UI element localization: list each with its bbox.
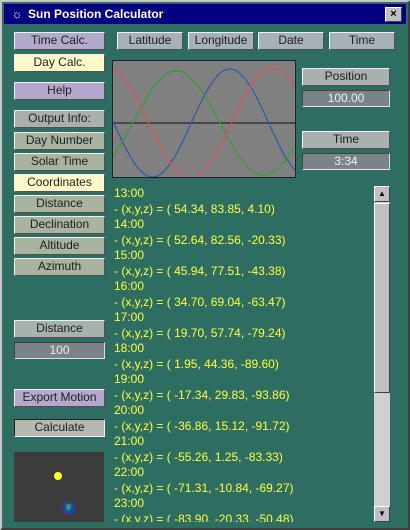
position-label: Position — [302, 68, 390, 86]
longitude-button[interactable]: Longitude — [188, 32, 254, 50]
output-line: 18:00 — [114, 341, 145, 355]
output-line: - (x,y,z) = ( -17.34, 29.83, -93.86) — [114, 387, 290, 402]
time-button[interactable]: Time — [329, 32, 395, 50]
time-value[interactable]: 3:34 — [302, 153, 390, 170]
output-line: 14:00 — [114, 217, 145, 231]
output-line: - (x,y,z) = ( 34.70, 69.04, -63.47) — [114, 294, 286, 309]
date-button[interactable]: Date — [258, 32, 324, 50]
output-line: 13:00 — [114, 186, 145, 200]
output-day-number[interactable]: Day Number — [14, 132, 105, 150]
output-line: 19:00 — [114, 372, 145, 386]
output-line: - (x,y,z) = ( -83.90, -20.33, -50.48) — [114, 511, 294, 523]
output-line: - (x,y,z) = ( -55.26, 1.25, -83.33) — [114, 449, 283, 464]
calculate-button[interactable]: Calculate — [14, 419, 105, 437]
scroll-down-icon[interactable]: ▼ — [374, 506, 390, 522]
graph-svg — [113, 67, 295, 177]
help-button[interactable]: Help — [14, 82, 105, 100]
output-coordinates[interactable]: Coordinates — [14, 174, 105, 192]
title-bar: ☼ Sun Position Calculator × — [4, 4, 406, 24]
output-azimuth[interactable]: Azimuth — [14, 258, 105, 276]
output-line: - (x,y,z) = ( -36.86, 15.12, -91.72) — [114, 418, 290, 433]
scroll-thumb[interactable] — [374, 203, 390, 393]
close-button[interactable]: × — [385, 7, 402, 22]
time-label: Time — [302, 131, 390, 149]
output-line: - (x,y,z) = ( 54.34, 83.85, 4.10) — [114, 201, 275, 216]
output-line: - (x,y,z) = ( 1.95, 44.36, -89.60) — [114, 356, 279, 371]
output-distance[interactable]: Distance — [14, 195, 105, 213]
sun-marker-icon — [54, 472, 62, 480]
output-line: - (x,y,z) = ( 52.64, 82.56, -20.33) — [114, 232, 286, 247]
window-title: Sun Position Calculator — [28, 7, 164, 21]
output-altitude[interactable]: Altitude — [14, 237, 105, 255]
position-value[interactable]: 100.00 — [302, 90, 390, 107]
output-list: 13:00 - (x,y,z) = ( 54.34, 83.85, 4.10) … — [112, 186, 374, 522]
scroll-up-icon[interactable]: ▲ — [374, 186, 390, 202]
output-declination[interactable]: Declination — [14, 216, 105, 234]
output-line: 20:00 — [114, 403, 145, 417]
distance-label: Distance — [14, 320, 105, 338]
latitude-button[interactable]: Latitude — [117, 32, 183, 50]
output-line: - (x,y,z) = ( 45.94, 77.51, -43.38) — [114, 263, 286, 278]
day-calc-button[interactable]: Day Calc. — [14, 54, 105, 72]
output-line: 16:00 — [114, 279, 145, 293]
output-scrollbar[interactable]: ▲ ▼ — [374, 186, 390, 522]
output-line: 22:00 — [114, 465, 145, 479]
output-line: 17:00 — [114, 310, 145, 324]
sun-icon: ☼ — [11, 7, 23, 21]
output-line: 23:00 — [114, 496, 145, 510]
time-calc-button[interactable]: Time Calc. — [14, 32, 105, 50]
output-line: - (x,y,z) = ( -71.31, -10.84, -69.27) — [114, 480, 294, 495]
orbit-preview — [14, 452, 104, 522]
output-line: 21:00 — [114, 434, 145, 448]
distance-value[interactable]: 100 — [14, 342, 105, 359]
output-line: 15:00 — [114, 248, 145, 262]
export-motion-button[interactable]: Export Motion — [14, 389, 105, 407]
output-info-label: Output Info: — [14, 110, 105, 128]
sun-path-graph — [112, 60, 296, 178]
earth-marker-icon — [63, 502, 75, 514]
output-line: - (x,y,z) = ( 19.70, 57.74, -79.24) — [114, 325, 286, 340]
output-solar-time[interactable]: Solar Time — [14, 153, 105, 171]
